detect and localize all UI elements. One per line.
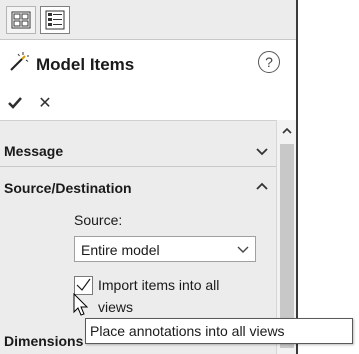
property-manager-panel: Model Items ? ✕ Message Source/Destinati… [0, 0, 296, 354]
panel-header: Model Items ? [0, 40, 296, 86]
feature-list-icon [45, 10, 65, 30]
tooltip: Place annotations into all views [85, 318, 353, 344]
chevron-down-icon [237, 246, 249, 253]
ok-button[interactable] [4, 92, 26, 114]
dimensions-section-title[interactable]: Dimensions [4, 333, 83, 349]
checkmark-icon [8, 97, 22, 109]
close-icon: ✕ [38, 95, 52, 112]
page-title: Model Items [36, 55, 135, 74]
help-button[interactable]: ? [258, 51, 280, 73]
message-section-title: Message [4, 143, 64, 159]
property-manager-icon [11, 11, 31, 29]
mouse-cursor-icon [73, 293, 89, 316]
source-select[interactable]: Entire model [74, 236, 256, 262]
model-items-wand-icon [10, 52, 29, 71]
tab-property-manager[interactable] [6, 6, 36, 34]
message-section[interactable]: Message [0, 131, 276, 167]
source-select-value: Entire model [81, 242, 160, 258]
chevron-up-icon[interactable] [255, 179, 269, 193]
cancel-button[interactable]: ✕ [34, 92, 56, 114]
tooltip-text: Place annotations into all views [90, 323, 285, 339]
source-destination-section-title[interactable]: Source/Destination [4, 180, 132, 196]
help-icon: ? [265, 54, 273, 70]
tab-feature-manager[interactable] [40, 6, 70, 34]
panel-tab-bar [0, 0, 296, 40]
graphics-area[interactable] [298, 0, 359, 354]
checkmark-icon [76, 278, 91, 291]
scroll-up-icon[interactable] [280, 124, 294, 138]
action-bar: ✕ [0, 86, 296, 120]
source-label: Source: [74, 212, 123, 228]
chevron-down-icon[interactable] [255, 145, 269, 159]
import-items-label[interactable]: Import items into all views [98, 274, 258, 318]
